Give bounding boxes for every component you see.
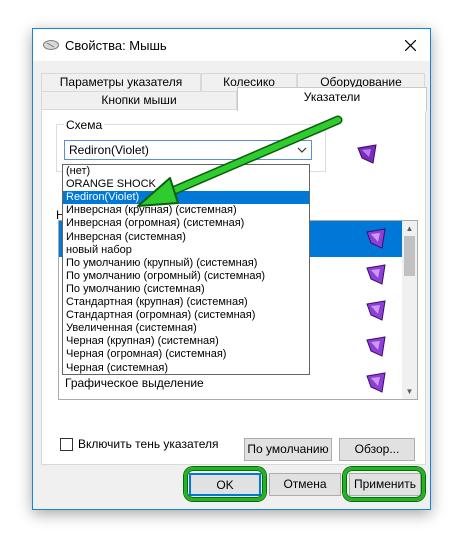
violet-cursor-icon [366, 300, 386, 321]
use-default-button[interactable]: По умолчанию [244, 438, 332, 461]
mouse-icon [43, 40, 59, 50]
dropdown-option[interactable]: Черная (системная) [63, 362, 309, 375]
dropdown-option[interactable]: По умолчанию (крупный) (системная) [63, 257, 309, 270]
cancel-button[interactable]: Отмена [269, 473, 341, 496]
scroll-up-icon[interactable]: ▲ [402, 221, 417, 236]
list-item-label: Графическое выделение [65, 376, 204, 390]
window-title: Свойства: Мышь [65, 38, 167, 53]
violet-cursor-preview-icon [357, 144, 377, 164]
dropdown-option[interactable]: (нет) [63, 165, 309, 178]
dropdown-option[interactable]: Инверсная (крупная) (системная) [63, 204, 309, 217]
title-bar[interactable]: Свойства: Мышь [33, 29, 430, 61]
scheme-select[interactable]: Rediron(Violet) [64, 140, 312, 160]
pointer-shadow-checkbox[interactable] [60, 438, 73, 451]
dropdown-option[interactable]: Стандартная (огромная) (системная) [63, 309, 309, 322]
violet-cursor-icon [366, 336, 386, 357]
dropdown-option[interactable]: Черная (огромная) (системная) [63, 348, 309, 361]
scheme-dropdown-list[interactable]: (нет) ORANGE SHOCK Rediron(Violet) Инвер… [62, 164, 310, 375]
dropdown-option-selected[interactable]: Rediron(Violet) [63, 191, 309, 205]
scheme-selected-value: Rediron(Violet) [69, 143, 149, 157]
tab-pointers[interactable]: Указатели [237, 87, 427, 111]
scheme-group-label: Схема [64, 118, 105, 132]
dropdown-option[interactable]: Увеличенная (системная) [63, 322, 309, 335]
dropdown-option[interactable]: ORANGE SHOCK [63, 178, 309, 191]
tab-mouse-buttons[interactable]: Кнопки мыши [41, 91, 237, 110]
tab-pointer-parameters[interactable]: Параметры указателя [41, 73, 201, 92]
scroll-thumb[interactable] [404, 236, 415, 276]
dropdown-option[interactable]: Инверсная (системная) [63, 231, 309, 244]
dropdown-option[interactable]: новый набор [63, 244, 309, 257]
pointer-shadow-label: Включить тень указателя [78, 437, 219, 451]
apply-button-highlight [343, 467, 425, 501]
dropdown-option[interactable]: Инверсная (огромная) (системная) [63, 217, 309, 230]
ok-button-highlight [184, 467, 266, 501]
violet-cursor-icon [366, 228, 386, 249]
dropdown-option[interactable]: Черная (крупная) (системная) [63, 335, 309, 348]
dropdown-option[interactable]: По умолчанию (огромный) (системная) [63, 270, 309, 283]
close-icon [404, 39, 416, 51]
violet-cursor-icon [366, 372, 386, 393]
dropdown-option[interactable]: По умолчанию (системная) [63, 283, 309, 296]
scroll-down-icon[interactable]: ▼ [402, 384, 417, 399]
list-scrollbar[interactable]: ▲ ▼ [402, 221, 417, 399]
violet-cursor-icon [366, 264, 386, 285]
browse-button[interactable]: Обзор... [339, 438, 415, 461]
close-button[interactable] [390, 29, 430, 61]
chevron-down-icon [297, 141, 307, 159]
dropdown-option[interactable]: Стандартная (крупная) (системная) [63, 296, 309, 309]
